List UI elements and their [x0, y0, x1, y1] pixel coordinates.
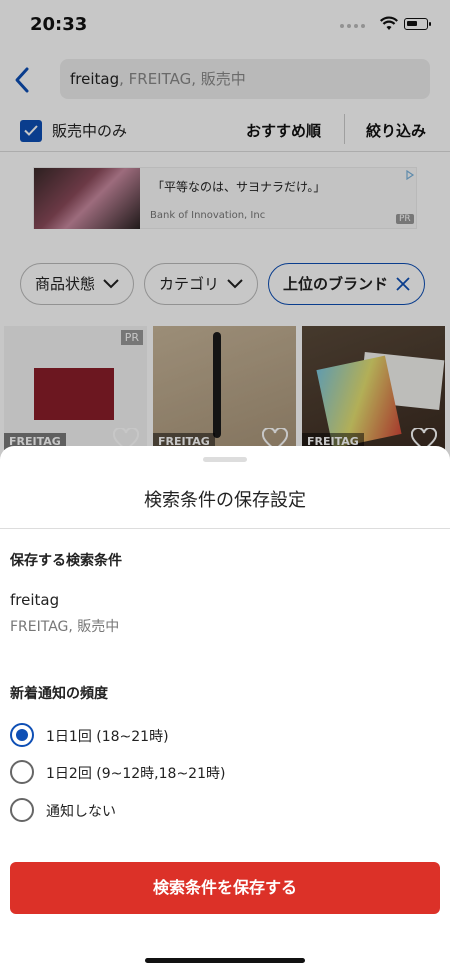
saved-keyword: freitag — [10, 591, 60, 609]
radio-button[interactable] — [10, 760, 34, 784]
save-search-button[interactable]: 検索条件を保存する — [10, 862, 440, 914]
save-search-sheet: 検索条件の保存設定 保存する検索条件 freitag FREITAG, 販売中 … — [0, 446, 450, 974]
radio-button[interactable] — [10, 723, 34, 747]
divider — [0, 528, 450, 529]
option-label: 通知しない — [46, 804, 116, 820]
radio-button[interactable] — [10, 798, 34, 822]
option-label: 1日2回 (9~12時,18~21時) — [46, 766, 226, 782]
option-label: 1日1回 (18~21時) — [46, 729, 169, 745]
saved-detail: FREITAG, 販売中 — [10, 619, 120, 635]
sheet-title: 検索条件の保存設定 — [144, 490, 306, 511]
saved-conditions-heading: 保存する検索条件 — [10, 553, 122, 569]
frequency-heading: 新着通知の頻度 — [10, 686, 108, 702]
home-indicator — [145, 958, 305, 963]
sheet-drag-handle[interactable] — [203, 457, 247, 462]
